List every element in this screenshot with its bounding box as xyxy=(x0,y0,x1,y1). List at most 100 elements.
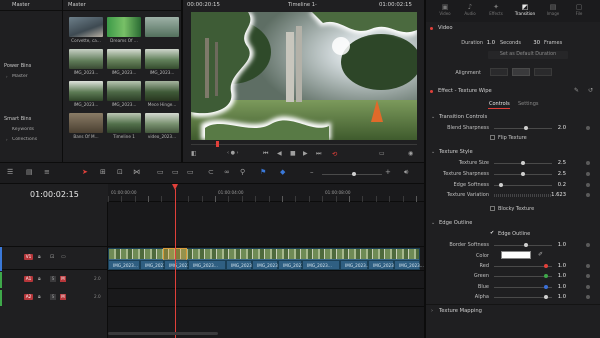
timeline-tracks[interactable]: IMG_2023... IMG_2023... IMG_2023... IMG_… xyxy=(108,184,424,338)
tab-transition[interactable]: ◩ Transition xyxy=(510,3,540,16)
chevron-right-icon[interactable]: › xyxy=(431,308,433,314)
texture-mapping-title[interactable]: Texture Mapping xyxy=(439,308,482,314)
audio-clip[interactable]: IMG_2023... xyxy=(164,260,194,270)
clip-thumbnail[interactable] xyxy=(145,49,179,69)
audio-clip[interactable]: IMG_2023... xyxy=(394,260,424,270)
eyedropper-icon[interactable]: ✐ xyxy=(538,251,543,258)
alignment-start-button[interactable] xyxy=(490,68,508,76)
clip-thumbnail[interactable] xyxy=(145,113,179,133)
red-knob[interactable] xyxy=(544,263,548,268)
layout-icon[interactable]: ☰ xyxy=(7,168,13,176)
solo-button[interactable]: S xyxy=(50,294,56,300)
overwrite-icon[interactable]: ▭ xyxy=(172,168,179,176)
mute-button[interactable]: M xyxy=(60,294,66,300)
tab-image[interactable]: ▤ Image xyxy=(540,3,566,16)
chevron-right-icon[interactable]: › xyxy=(6,137,8,142)
blend-sharpness-value[interactable]: 2.0 xyxy=(552,125,566,131)
edit-icon[interactable]: ✎ xyxy=(574,87,579,94)
alignment-end-button[interactable] xyxy=(534,68,552,76)
clip-thumbnail[interactable] xyxy=(107,81,141,101)
timeline-scrollbar[interactable] xyxy=(108,332,218,335)
chevron-down-icon[interactable]: ⌄ xyxy=(431,149,435,155)
reset-dot-icon[interactable] xyxy=(586,172,590,176)
reset-dot-icon[interactable] xyxy=(586,264,590,268)
alignment-center-button[interactable] xyxy=(512,68,530,76)
texture-sharpness-value[interactable]: 2.5 xyxy=(552,171,566,177)
pointer-icon[interactable]: ➤ xyxy=(82,168,88,176)
subtab-settings[interactable]: Settings xyxy=(518,101,539,107)
trim-icon[interactable]: ⊞ xyxy=(100,168,106,176)
zoom-slider-knob[interactable] xyxy=(352,172,356,176)
chevron-down-icon[interactable]: ⌄ xyxy=(431,220,435,226)
audio-clip[interactable]: IMG_2023... xyxy=(188,260,226,270)
replace-icon[interactable]: ▭ xyxy=(187,168,194,176)
blue-value[interactable]: 1.0 xyxy=(552,284,566,290)
chevron-down-icon[interactable]: ⌄ xyxy=(431,114,435,120)
mark-in-icon[interactable]: ◧ xyxy=(191,150,197,157)
lock-icon[interactable]: 🔒︎ xyxy=(38,294,41,300)
dynamic-trim-icon[interactable]: ⊡ xyxy=(117,168,123,176)
edge-outline-checkbox[interactable]: ✔ xyxy=(490,231,495,236)
skip-back-icon[interactable]: ⏮ xyxy=(263,150,268,158)
power-bin-master[interactable]: Master xyxy=(12,74,28,79)
play-reverse-icon[interactable]: ◀ xyxy=(277,150,282,157)
reset-dot-icon[interactable] xyxy=(586,193,590,197)
chevron-right-icon[interactable]: › xyxy=(6,74,8,79)
section-dot[interactable] xyxy=(430,90,433,93)
reset-dot-icon[interactable] xyxy=(586,295,590,299)
reset-dot-icon[interactable] xyxy=(586,161,590,165)
loop-icon[interactable]: ⟲ xyxy=(332,150,337,158)
reset-icon[interactable]: ↺ xyxy=(588,87,593,94)
tab-video[interactable]: ▣ Video xyxy=(432,3,458,16)
blocky-texture-checkbox[interactable] xyxy=(490,206,495,211)
audio-clip[interactable]: IMG_2023... xyxy=(140,260,170,270)
lock-icon[interactable]: 🔒︎ xyxy=(38,254,41,260)
timeline-name[interactable]: Timeline 1 xyxy=(288,2,315,8)
jog-icon[interactable]: ‹ ● › xyxy=(227,150,239,156)
clip-thumbnail[interactable] xyxy=(69,17,103,37)
mute-button[interactable]: M xyxy=(60,276,66,282)
lock-icon[interactable]: 🔒︎ xyxy=(38,276,41,282)
audio-clip[interactable]: IMG_2023... xyxy=(340,260,370,270)
clip-thumbnail[interactable] xyxy=(145,17,179,37)
texture-size-value[interactable]: 2.5 xyxy=(552,160,566,166)
timeline-thumbnail[interactable] xyxy=(107,113,141,133)
reset-dot-icon[interactable] xyxy=(586,183,590,187)
volume-icon[interactable]: 🔊︎ xyxy=(404,168,408,177)
alpha-value[interactable]: 1.0 xyxy=(552,294,566,300)
flip-texture-checkbox[interactable] xyxy=(490,135,495,140)
red-value[interactable]: 1.0 xyxy=(552,263,566,269)
clip-thumbnail[interactable] xyxy=(107,49,141,69)
link-icon[interactable]: ∞ xyxy=(224,168,230,176)
tab-audio[interactable]: ♪ Audio xyxy=(457,3,483,16)
monitor-icon[interactable]: ▭ xyxy=(61,254,66,260)
section-dot[interactable] xyxy=(430,27,433,30)
audio-clip[interactable]: IMG_2023... xyxy=(278,260,308,270)
reset-dot-icon[interactable] xyxy=(586,126,590,130)
clip-thumbnail[interactable] xyxy=(107,17,141,37)
tracks-icon[interactable]: ▤ xyxy=(26,168,33,176)
audio-clip[interactable]: IMG_2023... xyxy=(302,260,340,270)
border-softness-knob[interactable] xyxy=(523,242,528,247)
audio-clip[interactable]: IMG_2023... xyxy=(108,260,140,270)
set-default-duration-button[interactable]: Set as Default Duration xyxy=(488,51,568,59)
flag-icon[interactable]: ⚑ xyxy=(260,168,266,176)
audio-clip[interactable]: IMG_2023... xyxy=(368,260,398,270)
position-lock-icon[interactable]: ⚲ xyxy=(240,168,245,176)
timeline-ruler[interactable]: 01:00:00:00 01:00:04:00 01:00:08:00 xyxy=(108,184,424,202)
border-softness-value[interactable]: 1.0 xyxy=(552,242,566,248)
smart-bin-keywords[interactable]: Keywords xyxy=(12,127,34,132)
reset-dot-icon[interactable] xyxy=(586,243,590,247)
zoom-out-icon[interactable]: – xyxy=(310,168,314,176)
audio-clip[interactable]: IMG_2023... xyxy=(252,260,282,270)
v1-track-label[interactable]: V1 xyxy=(24,254,33,260)
green-value[interactable]: 1.0 xyxy=(552,273,566,279)
reset-dot-icon[interactable] xyxy=(586,285,590,289)
viewer-options-icon[interactable]: ▭ xyxy=(379,150,385,157)
marker-icon[interactable]: ◆ xyxy=(280,168,285,176)
clip-thumbnail[interactable] xyxy=(69,49,103,69)
insert-icon[interactable]: ▭ xyxy=(157,168,164,176)
snap-icon[interactable]: ⊂ xyxy=(208,168,214,176)
clip-thumbnail[interactable] xyxy=(69,113,103,133)
blade-icon[interactable]: ⋈ xyxy=(133,168,140,176)
